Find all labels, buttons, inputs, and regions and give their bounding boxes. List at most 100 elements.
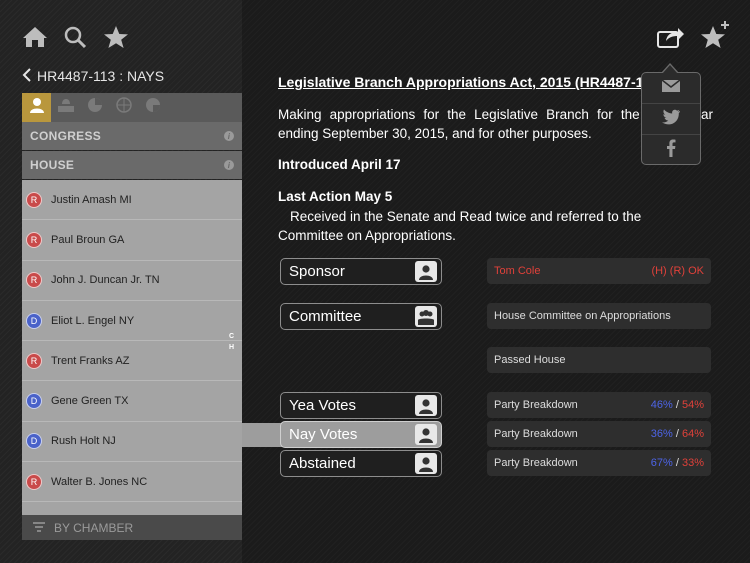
section-congress[interactable]: CONGRESS i	[22, 122, 242, 150]
tab-building[interactable]	[51, 93, 80, 122]
chart-icon	[87, 97, 103, 118]
section-label: CONGRESS	[30, 129, 102, 143]
tab-chart[interactable]	[80, 93, 109, 122]
list-item[interactable]: R John J. Duncan Jr. TN	[22, 261, 242, 301]
party-badge: R	[26, 231, 42, 248]
button-label: Sponsor	[289, 263, 345, 280]
bill-title: Legislative Branch Appropriations Act, 2…	[278, 74, 644, 90]
person-icon	[415, 395, 437, 416]
party-badge: D	[26, 393, 42, 410]
last-action-label: Last Action May 5	[278, 189, 393, 204]
breakdown-values: 67% / 33%	[651, 457, 704, 469]
list-item[interactable]: D Eliot L. Engel NY C	[22, 301, 242, 342]
nay-votes-button[interactable]: Nay Votes	[280, 421, 442, 448]
popover-arrow-inner	[662, 65, 678, 74]
sort-bar[interactable]: BY CHAMBER	[22, 515, 242, 540]
sponsor-button[interactable]: Sponsor	[280, 258, 442, 285]
rep-percent: 64%	[681, 428, 704, 440]
section-label: HOUSE	[30, 158, 75, 172]
abstained-button[interactable]: Abstained	[280, 450, 442, 477]
party-badge: R	[26, 272, 42, 289]
home-icon[interactable]	[22, 25, 48, 49]
star-add-icon[interactable]	[700, 20, 730, 50]
member-name: Trent Franks AZ	[51, 354, 130, 367]
dem-percent: 67%	[650, 457, 673, 469]
breakdown-label: Party Breakdown	[494, 428, 578, 440]
group-icon	[415, 306, 437, 327]
member-name: Walter B. Jones NC	[51, 475, 148, 488]
button-label: Committee	[289, 308, 362, 325]
yea-votes-button[interactable]: Yea Votes	[280, 392, 442, 419]
list-item[interactable]: R Justin Amash MI	[22, 180, 242, 221]
party-badge: R	[26, 191, 42, 208]
separator: /	[675, 399, 679, 411]
breakdown-label: Party Breakdown	[494, 399, 578, 411]
sort-label: BY CHAMBER	[54, 520, 134, 535]
committee-name: House Committee on Appropriations	[494, 310, 671, 322]
breakdown-label: Party Breakdown	[494, 457, 578, 469]
section-house[interactable]: HOUSE i	[22, 151, 242, 179]
capitol-icon	[57, 98, 75, 117]
yea-breakdown[interactable]: Party Breakdown 46% / 54%	[487, 392, 711, 418]
member-name: Eliot L. Engel NY	[51, 314, 135, 327]
index-letter[interactable]: H	[229, 344, 234, 351]
facebook-icon	[666, 139, 676, 162]
breakdown-values: 46% / 54%	[651, 399, 704, 411]
search-icon[interactable]	[63, 25, 87, 49]
sponsor-info[interactable]: Tom Cole (H) (R) OK	[487, 258, 711, 284]
back-button[interactable]: HR4487-113 : NAYS	[22, 66, 164, 86]
list-item[interactable]: R Paul Broun GA	[22, 220, 242, 261]
abstained-breakdown[interactable]: Party Breakdown 67% / 33%	[487, 450, 711, 476]
button-label: Abstained	[289, 455, 356, 472]
party-badge: R	[26, 352, 42, 369]
introduced-label: Introduced April 17	[278, 157, 401, 172]
member-list: R Justin Amash MI R Paul Broun GA R John…	[22, 180, 242, 515]
sort-icon	[32, 521, 46, 535]
member-name: Gene Green TX	[51, 395, 129, 408]
button-label: Yea Votes	[289, 397, 357, 414]
person-icon	[415, 261, 437, 282]
committee-info[interactable]: House Committee on Appropriations	[487, 303, 711, 329]
list-item[interactable]: R Walter B. Jones NC	[22, 462, 242, 503]
list-item[interactable]: D Gene Green TX	[22, 381, 242, 422]
separator: /	[675, 457, 679, 469]
info-icon[interactable]: i	[224, 131, 234, 141]
member-name: John J. Duncan Jr. TN	[51, 274, 160, 287]
tab-member[interactable]	[22, 93, 51, 122]
person-icon	[29, 97, 45, 118]
member-name: Paul Broun GA	[51, 233, 125, 246]
filter-tabs	[22, 93, 242, 122]
selection-connector	[242, 423, 282, 447]
rep-percent: 33%	[681, 457, 704, 469]
button-label: Nay Votes	[289, 426, 358, 443]
dem-percent: 46%	[650, 399, 673, 411]
pie-icon	[145, 97, 161, 118]
list-item[interactable]: R Trent Franks AZ H	[22, 341, 242, 382]
person-icon	[415, 424, 437, 445]
nay-breakdown[interactable]: Party Breakdown 36% / 64%	[487, 421, 711, 447]
share-icon[interactable]	[657, 26, 685, 48]
member-name: Justin Amash MI	[51, 193, 132, 206]
chevron-left-icon	[22, 67, 31, 85]
tab-globe[interactable]	[109, 93, 138, 122]
person-icon	[415, 453, 437, 474]
globe-icon	[115, 97, 132, 118]
party-badge: R	[26, 473, 42, 490]
tab-pie[interactable]	[138, 93, 167, 122]
info-icon[interactable]: i	[224, 160, 234, 170]
share-twitter[interactable]	[642, 104, 700, 135]
index-letter[interactable]: C	[229, 333, 234, 340]
list-item[interactable]: D Rush Holt NJ	[22, 422, 242, 463]
rep-percent: 54%	[681, 399, 704, 411]
breakdown-values: 36% / 64%	[651, 428, 704, 440]
star-icon[interactable]	[103, 25, 129, 49]
committee-button[interactable]: Committee	[280, 303, 442, 330]
sponsor-meta: (H) (R) OK	[651, 265, 704, 277]
share-facebook[interactable]	[642, 135, 700, 166]
dem-percent: 36%	[650, 428, 673, 440]
share-email[interactable]	[642, 73, 700, 104]
twitter-icon	[661, 109, 681, 130]
sponsor-name: Tom Cole	[494, 265, 541, 277]
separator: /	[675, 428, 679, 440]
member-name: Rush Holt NJ	[51, 435, 116, 448]
